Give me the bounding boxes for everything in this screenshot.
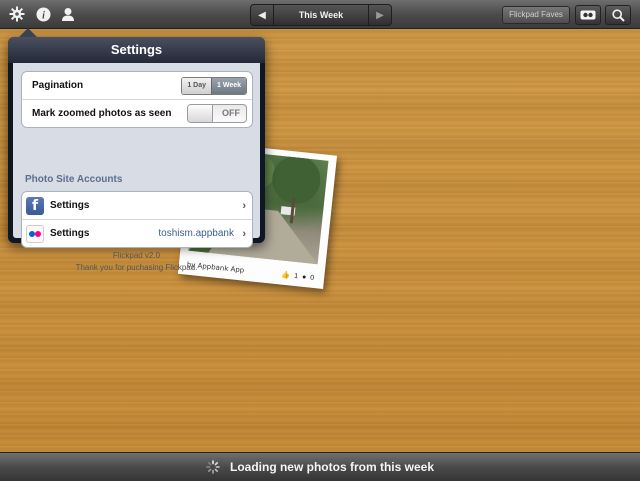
week-label[interactable]: This Week xyxy=(273,5,369,25)
account-label: Settings xyxy=(50,200,90,211)
accounts-group: f Settings › Settings toshism.appbank › xyxy=(21,191,253,248)
pagination-label: Pagination xyxy=(32,80,84,91)
pagination-option-1-week[interactable]: 1 Week xyxy=(211,78,246,94)
search-button[interactable] xyxy=(605,5,631,25)
chevron-right-icon: › xyxy=(242,227,246,240)
info-icon[interactable]: i xyxy=(34,5,52,23)
week-selector: ◀ This Week ▶ xyxy=(250,4,392,26)
settings-title: Settings xyxy=(8,37,265,63)
version-text: Flickpad v2.0 xyxy=(112,251,161,260)
facebook-icon: f xyxy=(26,196,44,215)
loading-text: Loading new photos from this week xyxy=(229,460,434,474)
comment-icon: ● xyxy=(301,273,307,281)
thumbs-up-icon: 👍 xyxy=(281,271,291,280)
chevron-right-icon: › xyxy=(242,199,246,212)
flickpad-faves-button[interactable]: Flickpad Faves xyxy=(502,6,570,24)
mark-zoomed-row: Mark zoomed photos as seen OFF xyxy=(22,99,252,127)
spinner-icon xyxy=(206,460,220,474)
account-username: toshism.appbank xyxy=(158,228,234,239)
flickr-icon xyxy=(26,224,44,243)
pagination-row: Pagination 1 Day 1 Week xyxy=(22,72,252,99)
photo-site-accounts-title: Photo Site Accounts xyxy=(25,174,123,185)
mark-zoomed-toggle[interactable]: OFF xyxy=(187,104,247,123)
account-row-flickr[interactable]: Settings toshism.appbank › xyxy=(22,219,252,247)
flickr-dots-button[interactable] xyxy=(575,5,601,25)
general-settings-group: Pagination 1 Day 1 Week Mark zoomed phot… xyxy=(21,71,253,128)
likes-count: 1 xyxy=(293,272,299,280)
svg-text:i: i xyxy=(42,10,45,21)
mark-zoomed-label: Mark zoomed photos as seen xyxy=(32,108,172,119)
loading-status: Loading new photos from this week xyxy=(0,453,640,481)
comments-count: 0 xyxy=(309,274,315,282)
flickr-dots-icon xyxy=(580,10,596,20)
thanks-text: Thank you for puchasing Flickpad. xyxy=(75,263,198,272)
bottom-status-bar: Loading new photos from this week xyxy=(0,452,640,481)
account-label: Settings xyxy=(50,228,90,239)
photo-stats: 👍 1 ● 0 xyxy=(281,271,314,282)
triangle-left-icon[interactable]: ◀ xyxy=(251,5,273,25)
gear-icon[interactable] xyxy=(8,5,26,23)
toggle-state: OFF xyxy=(222,108,240,118)
pagination-option-1-day[interactable]: 1 Day xyxy=(182,78,211,94)
settings-popover: Settings Pagination 1 Day 1 Week Mark zo… xyxy=(8,28,265,272)
popover-arrow xyxy=(19,28,37,37)
search-icon xyxy=(611,8,625,22)
pagination-segmented-control: 1 Day 1 Week xyxy=(181,77,247,95)
account-row-facebook[interactable]: f Settings › xyxy=(22,192,252,219)
toggle-knob xyxy=(188,105,213,122)
person-icon[interactable] xyxy=(59,5,77,23)
settings-body: Pagination 1 Day 1 Week Mark zoomed phot… xyxy=(13,63,260,272)
top-toolbar: i ◀ This Week ▶ Flickpad Faves xyxy=(0,0,640,29)
triangle-right-icon[interactable]: ▶ xyxy=(369,5,391,25)
